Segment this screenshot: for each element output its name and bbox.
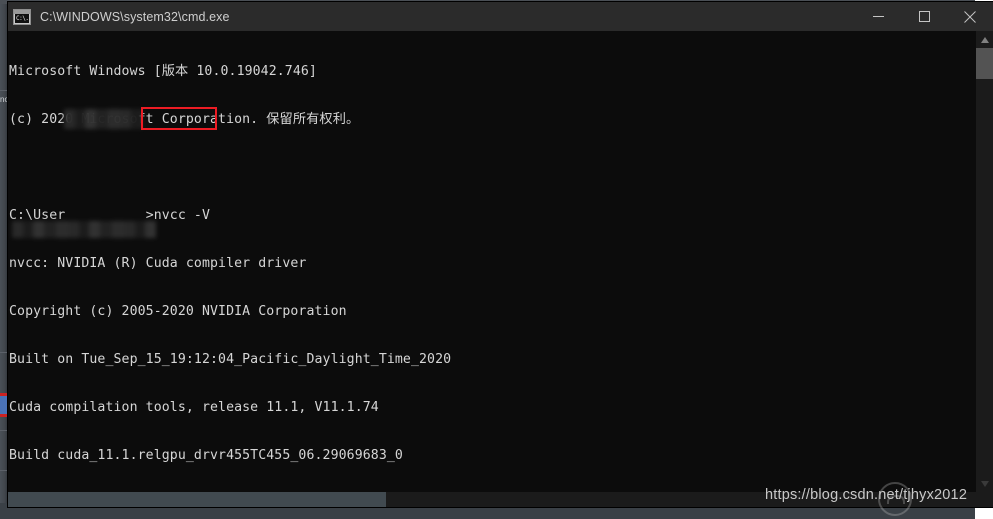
- background-divider: [0, 90, 8, 91]
- terminal-line: Copyright (c) 2005-2020 NVIDIA Corporati…: [9, 304, 347, 319]
- terminal-line: Microsoft Windows [版本 10.0.19042.746]: [9, 64, 317, 79]
- close-button[interactable]: [947, 2, 993, 31]
- terminal-line: Cuda compilation tools, release 11.1, V1…: [9, 400, 379, 415]
- terminal-line: Built on Tue_Sep_15_19:12:04_Pacific_Day…: [9, 352, 452, 367]
- background-divider: [0, 470, 8, 471]
- cmd-console-icon: C:\.: [13, 8, 31, 25]
- watermark-text: https://blog.csdn.net/tjhyx2012: [765, 487, 968, 503]
- background-divider: [0, 430, 8, 431]
- command-highlight-annotation: [141, 107, 217, 130]
- terminal-line: Build cuda_11.1.relgpu_drvr455TC455_06.2…: [9, 448, 403, 463]
- scroll-up-arrow-icon[interactable]: [976, 31, 993, 48]
- title-bar[interactable]: C:\. C:\WINDOWS\system32\cmd.exe: [8, 2, 993, 31]
- redacted-path-blur: [12, 221, 156, 238]
- maximize-button[interactable]: [901, 2, 947, 31]
- background-side-label: no: [0, 95, 8, 104]
- window-controls: [855, 2, 993, 31]
- minimize-button[interactable]: [855, 2, 901, 31]
- terminal-line: nvcc: NVIDIA (R) Cuda compiler driver: [9, 256, 307, 271]
- vertical-scrollbar-thumb[interactable]: [976, 48, 993, 79]
- background-blue-marker: [0, 393, 8, 417]
- background-left-strip: [0, 4, 8, 503]
- cmd-console-window: C:\. C:\WINDOWS\system32\cmd.exe Microso…: [8, 2, 993, 507]
- terminal-output-area[interactable]: Microsoft Windows [版本 10.0.19042.746] (c…: [8, 31, 976, 492]
- redacted-username-blur: [64, 109, 142, 129]
- horizontal-scrollbar-thumb[interactable]: [8, 492, 386, 507]
- background-divider: [0, 352, 8, 353]
- vertical-scrollbar[interactable]: [976, 31, 993, 492]
- terminal-text: Microsoft Windows [版本 10.0.19042.746] (c…: [9, 32, 451, 492]
- icon-prompt-glyph: C:\.: [15, 13, 29, 23]
- scroll-down-arrow-icon[interactable]: [976, 475, 993, 492]
- window-title: C:\WINDOWS\system32\cmd.exe: [40, 9, 230, 24]
